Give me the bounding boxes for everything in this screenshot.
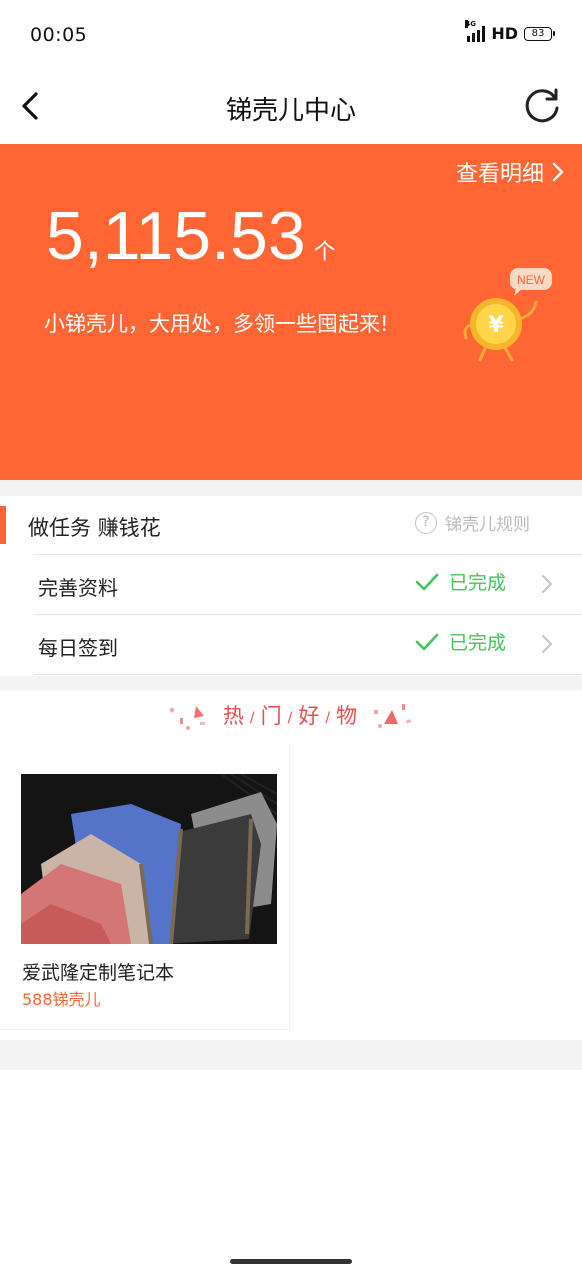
task-status: 已完成 (415, 568, 506, 595)
hd-indicator: HD (491, 24, 518, 43)
section-divider (0, 676, 582, 690)
section-divider (0, 1040, 582, 1070)
network-type-label: 4G (465, 19, 476, 28)
task-status-label: 已完成 (448, 632, 506, 654)
task-status-label: 已完成 (448, 572, 506, 594)
question-icon: ? (415, 511, 437, 534)
balance-unit: 个 (313, 240, 336, 265)
mascot-badge-text: NEW (517, 273, 546, 287)
task-row-checkin[interactable]: 每日签到 已完成 (0, 614, 582, 674)
row-divider (34, 674, 582, 675)
product-image (21, 774, 277, 944)
home-indicator[interactable] (230, 1259, 352, 1264)
row-divider (34, 614, 582, 615)
mascot-coin-symbol: ¥ (488, 313, 504, 338)
product-name: 爱武隆定制笔记本 (22, 962, 175, 984)
hot-goods-title: 热 / 门 / 好 / 物 (0, 700, 582, 730)
task-label: 完善资料 (38, 576, 118, 600)
task-status: 已完成 (415, 628, 506, 655)
hot-title-char: 好 (298, 704, 322, 728)
navigation-bar: 锑壳儿中心 (0, 70, 582, 144)
checkmark-icon (415, 573, 439, 590)
chevron-right-icon (552, 162, 564, 182)
battery-icon: 83 (524, 26, 555, 41)
refresh-button[interactable] (522, 86, 562, 126)
task-label: 每日签到 (38, 636, 118, 660)
hot-title-char: 物 (336, 704, 360, 728)
hot-goods-section: 热 / 门 / 好 / 物 爱武隆定制笔记本 588锑壳儿 (0, 690, 582, 1040)
refresh-icon (525, 88, 559, 123)
tasks-accent-bar (0, 506, 6, 544)
slogan-text: 小锑壳儿，大用处，多领一些囤起来! (44, 312, 389, 336)
coin-mascot-icon: NEW ¥ (463, 268, 552, 362)
battery-level: 83 (531, 27, 545, 39)
balance-display: 5,115.53 个 (46, 200, 336, 272)
status-time: 00:05 (30, 24, 88, 46)
hot-title-char: 热 (222, 704, 246, 728)
product-card[interactable]: 爱武隆定制笔记本 588锑壳儿 (0, 746, 290, 1030)
section-divider (0, 480, 582, 496)
checkmark-icon (415, 633, 439, 650)
status-bar: 00:05 4G HD 83 (0, 0, 582, 70)
rules-link[interactable]: ? 锑壳儿规则 (415, 510, 530, 535)
status-icons: 4G HD 83 (465, 19, 555, 43)
balance-value: 5,115.53 (46, 198, 306, 274)
confetti-decoration-icon (374, 704, 412, 728)
product-price: 588锑壳儿 (22, 990, 101, 1009)
view-details-label: 查看明细 (455, 162, 544, 187)
rules-label: 锑壳儿规则 (445, 515, 530, 535)
tasks-header: 做任务 赚钱花 ? 锑壳儿规则 (0, 496, 582, 554)
view-details-link[interactable]: 查看明细 (456, 156, 564, 188)
row-divider (34, 554, 582, 555)
task-row-profile[interactable]: 完善资料 已完成 (0, 554, 582, 614)
chevron-right-icon (542, 575, 552, 593)
signal-icon: 4G (465, 19, 486, 42)
chevron-right-icon (542, 635, 552, 653)
tasks-title: 做任务 赚钱花 (28, 516, 161, 540)
balance-header: 查看明细 5,115.53 个 小锑壳儿，大用处，多领一些囤起来! NEW ¥ (0, 144, 582, 480)
page-title: 锑壳儿中心 (225, 96, 356, 126)
hot-title-char: 门 (260, 704, 284, 728)
